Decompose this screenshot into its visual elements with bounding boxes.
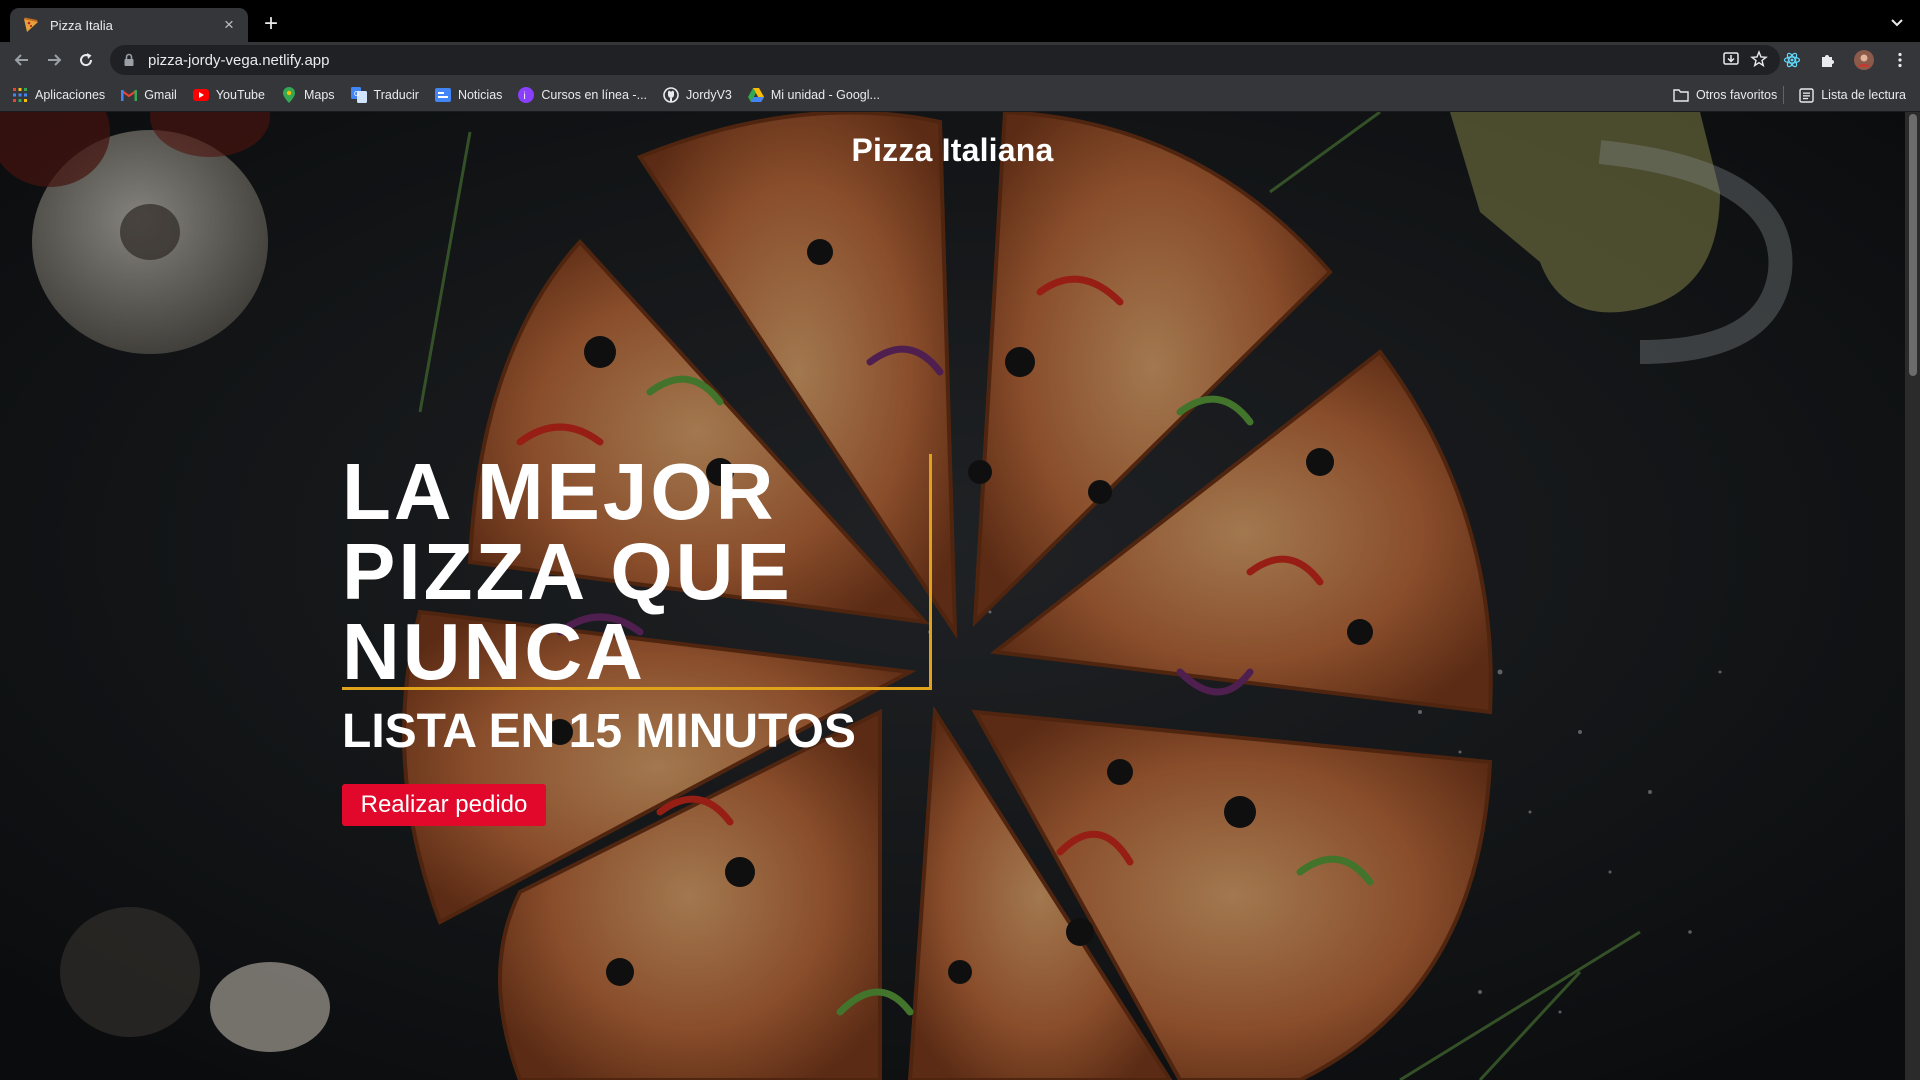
folder-icon bbox=[1673, 87, 1689, 103]
tab-strip: Pizza Italia × + bbox=[0, 0, 1920, 42]
close-tab-icon[interactable]: × bbox=[220, 16, 238, 34]
new-tab-button[interactable]: + bbox=[258, 12, 284, 38]
puzzle-icon bbox=[1822, 55, 1834, 67]
bookmark-label: Gmail bbox=[144, 87, 177, 102]
bookmark-label: JordyV3 bbox=[686, 87, 732, 102]
bookmark-courses[interactable]: i Cursos en línea -... bbox=[518, 86, 648, 103]
bookmark-label: Maps bbox=[303, 87, 335, 102]
bookmark-maps[interactable]: Maps bbox=[281, 86, 335, 103]
address-bar[interactable]: pizza-jordy-vega.netlify.app bbox=[110, 45, 1780, 75]
browser-tab[interactable]: Pizza Italia × bbox=[10, 8, 248, 42]
pizza-icon bbox=[24, 17, 38, 32]
bookmarks-bar: Aplicaciones Gmail YouTube Maps G Traduc… bbox=[0, 78, 1920, 112]
profile-avatar[interactable] bbox=[1850, 46, 1878, 74]
site-logo-text[interactable]: Pizza Italiana bbox=[0, 132, 1905, 169]
back-button[interactable] bbox=[6, 45, 38, 75]
install-app-icon[interactable] bbox=[1722, 50, 1740, 68]
reading-list-label: Lista de lectura bbox=[1821, 88, 1906, 102]
bookmark-youtube[interactable]: YouTube bbox=[192, 87, 265, 103]
avatar-icon bbox=[1854, 50, 1874, 70]
drive-icon bbox=[747, 87, 764, 103]
svg-text:G: G bbox=[354, 91, 359, 98]
maps-icon bbox=[281, 86, 297, 103]
bookmark-translate[interactable]: G Traducir bbox=[350, 86, 419, 103]
tab-search-chevron-icon[interactable] bbox=[1888, 14, 1906, 32]
bookmark-star-icon[interactable] bbox=[1750, 50, 1768, 68]
bookmark-github[interactable]: JordyV3 bbox=[663, 86, 732, 103]
place-order-button[interactable]: Realizar pedido bbox=[342, 784, 546, 826]
forward-arrow-icon bbox=[48, 54, 62, 66]
bookmark-label: Traducir bbox=[373, 87, 419, 102]
apps-grid-icon bbox=[12, 87, 28, 103]
reading-list-icon bbox=[1798, 87, 1814, 103]
tab-title: Pizza Italia bbox=[50, 17, 113, 33]
reload-icon bbox=[80, 53, 93, 67]
bookmark-label: YouTube bbox=[215, 87, 265, 102]
bookmark-label: Cursos en línea -... bbox=[541, 87, 648, 102]
youtube-icon bbox=[192, 87, 209, 103]
browser-toolbar: pizza-jordy-vega.netlify.app bbox=[0, 42, 1920, 78]
back-arrow-icon bbox=[14, 54, 28, 66]
other-bookmarks-label: Otros favoritos bbox=[1695, 88, 1778, 102]
hero-subtitle: LISTA EN 15 MINUTOS bbox=[342, 705, 856, 758]
scrollbar-thumb[interactable] bbox=[1909, 114, 1917, 376]
translate-icon: G bbox=[350, 86, 367, 103]
bookmark-label: Noticias bbox=[457, 87, 503, 102]
react-icon bbox=[1783, 52, 1801, 68]
background-overlay bbox=[0, 112, 1905, 1080]
svg-text:i: i bbox=[524, 91, 526, 102]
reload-button[interactable] bbox=[70, 45, 102, 75]
browser-menu-button[interactable] bbox=[1886, 46, 1914, 74]
url-text: pizza-jordy-vega.netlify.app bbox=[148, 51, 330, 69]
extensions-button[interactable] bbox=[1814, 46, 1842, 74]
reading-list-button[interactable]: Lista de lectura bbox=[1798, 87, 1906, 103]
bookmarks-divider bbox=[1783, 86, 1785, 104]
courses-icon: i bbox=[518, 86, 535, 103]
bookmark-apps[interactable]: Aplicaciones bbox=[12, 87, 105, 103]
news-icon bbox=[434, 87, 451, 103]
page-scrollbar[interactable] bbox=[1905, 112, 1920, 1080]
hero-title: LA MEJOR PIZZA QUE NUNCA bbox=[342, 447, 793, 696]
forward-button[interactable] bbox=[38, 45, 70, 75]
github-icon bbox=[663, 86, 679, 103]
other-bookmarks-folder[interactable]: Otros favoritos bbox=[1673, 87, 1777, 103]
react-devtools-extension[interactable] bbox=[1778, 46, 1806, 74]
lock-icon[interactable] bbox=[122, 53, 136, 67]
bookmark-gmail[interactable]: Gmail bbox=[121, 87, 177, 103]
bookmark-label: Mi unidad - Googl... bbox=[770, 87, 880, 102]
bookmark-drive[interactable]: Mi unidad - Googl... bbox=[747, 87, 880, 103]
gmail-icon bbox=[121, 87, 138, 103]
bookmark-news[interactable]: Noticias bbox=[434, 87, 503, 103]
page-viewport: Pizza Italiana LA MEJOR PIZZA QUE NUNCA … bbox=[0, 112, 1905, 1080]
kebab-menu-icon bbox=[1898, 52, 1902, 68]
bookmark-label: Aplicaciones bbox=[35, 87, 106, 102]
